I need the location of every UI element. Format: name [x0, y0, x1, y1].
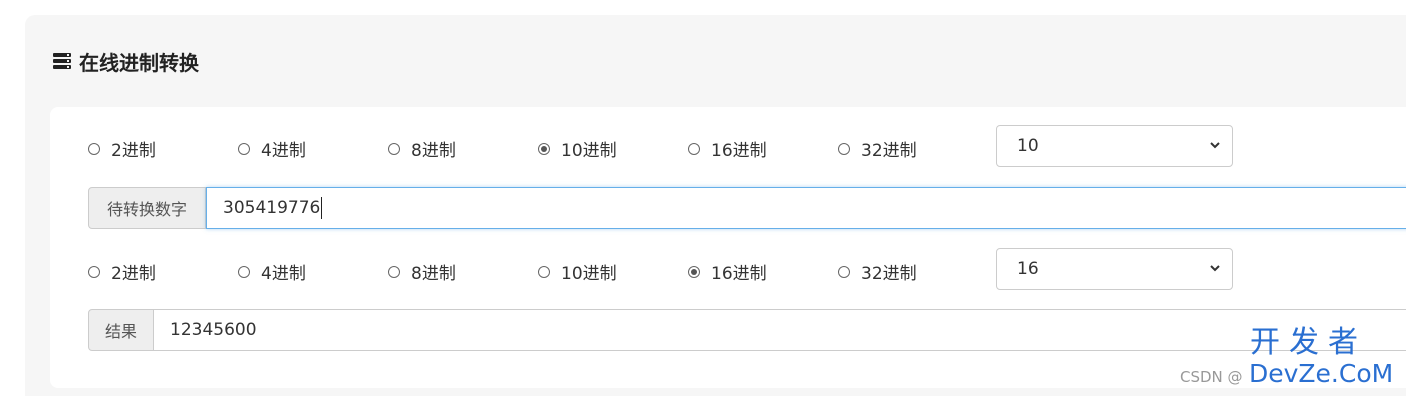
input-radix-row: 2进制 4进制 8进制 10进制 16进制 32进制 10	[0, 125, 1406, 167]
output-radix-16[interactable]: 16进制	[688, 259, 767, 284]
output-radix-select[interactable]: 16	[996, 248, 1233, 290]
output-radix-10[interactable]: 10进制	[538, 259, 617, 284]
input-number-label: 待转换数字	[88, 187, 206, 229]
server-icon	[53, 53, 71, 69]
devze-watermark-cn: 开发者	[1250, 325, 1367, 360]
radio-icon[interactable]	[388, 265, 400, 278]
output-radix-32[interactable]: 32进制	[838, 259, 917, 284]
radio-icon[interactable]	[388, 142, 400, 155]
input-radix-32[interactable]: 32进制	[838, 136, 917, 161]
radio-icon[interactable]	[88, 142, 100, 155]
input-radix-select[interactable]: 10	[996, 125, 1233, 167]
input-number-field[interactable]: 305419776	[206, 187, 1406, 229]
output-radix-2[interactable]: 2进制	[88, 259, 156, 284]
radio-icon[interactable]	[238, 265, 250, 278]
radio-icon[interactable]	[838, 142, 850, 155]
radio-checked-icon[interactable]	[538, 142, 550, 155]
page-title-text: 在线进制转换	[79, 50, 199, 75]
input-radix-8[interactable]: 8进制	[388, 136, 456, 161]
page-title: 在线进制转换	[53, 46, 199, 76]
chevron-down-icon	[1210, 142, 1220, 149]
result-value: 12345600	[170, 320, 257, 340]
radio-icon[interactable]	[538, 265, 550, 278]
chevron-down-icon	[1210, 265, 1220, 272]
radio-icon[interactable]	[88, 265, 100, 278]
input-number-value: 305419776	[223, 198, 321, 218]
input-radix-2[interactable]: 2进制	[88, 136, 156, 161]
input-number-group: 待转换数字 305419776	[88, 187, 1406, 229]
radio-checked-icon[interactable]	[688, 265, 700, 278]
radio-icon[interactable]	[238, 142, 250, 155]
output-radix-8[interactable]: 8进制	[388, 259, 456, 284]
text-caret	[321, 197, 323, 219]
csdn-watermark: CSDN @	[1180, 368, 1243, 386]
radio-icon[interactable]	[838, 265, 850, 278]
result-field[interactable]: 12345600	[154, 309, 1406, 351]
output-radix-row: 2进制 4进制 8进制 10进制 16进制 32进制 16	[0, 248, 1406, 290]
input-radix-10[interactable]: 10进制	[538, 136, 617, 161]
input-radix-4[interactable]: 4进制	[238, 136, 306, 161]
radio-icon[interactable]	[688, 142, 700, 155]
input-radix-16[interactable]: 16进制	[688, 136, 767, 161]
output-radix-4[interactable]: 4进制	[238, 259, 306, 284]
result-group: 结果 12345600	[88, 309, 1406, 351]
devze-watermark-en: DevZe.CoM	[1249, 359, 1394, 388]
result-label: 结果	[88, 309, 154, 351]
